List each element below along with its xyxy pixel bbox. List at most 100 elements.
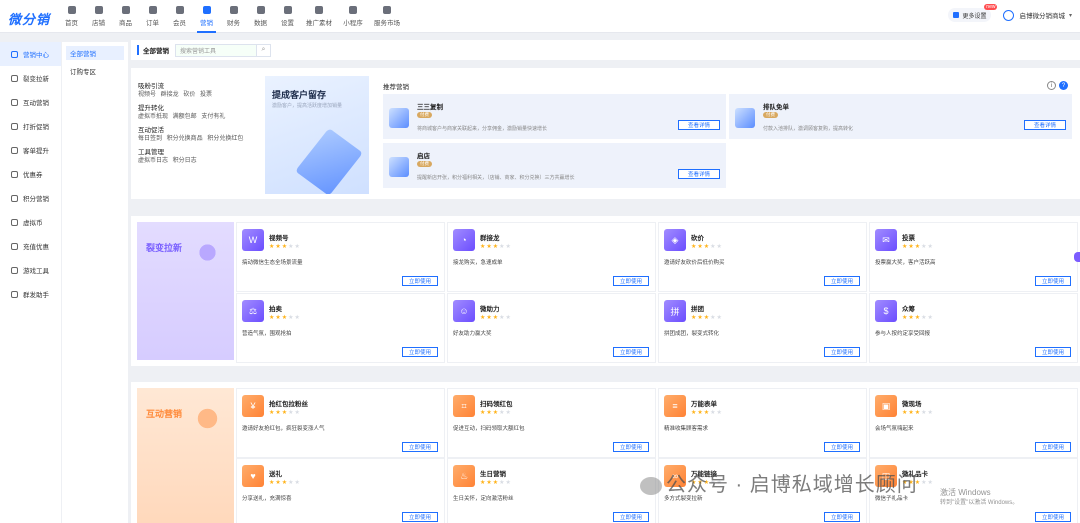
- tool-desc: 搞动微信生态全场景流量: [242, 260, 303, 266]
- tool-name: 投票: [902, 235, 915, 242]
- tool-name: 砍价: [691, 235, 704, 242]
- star-rating-icon: ★★★★★: [480, 480, 512, 486]
- use-now-button[interactable]: 立即使用: [1035, 512, 1071, 522]
- star-rating-icon: ★★★★★: [269, 315, 301, 321]
- nav-label: 营销: [200, 20, 213, 27]
- recommend-card-name: 启店: [417, 153, 430, 160]
- new-badge: new: [984, 4, 998, 10]
- nav-store[interactable]: 店铺: [85, 0, 112, 33]
- tool-card: W 视频号 ★★★★★ 搞动微信生态全场景流量 立即使用: [236, 222, 445, 292]
- use-now-button[interactable]: 立即使用: [824, 512, 860, 522]
- recommend-card: 排队免单 付费 付款入池排队，激调顾客复购，提高转化 查看详情: [729, 94, 1072, 139]
- sidebar-icon: [11, 194, 18, 202]
- use-now-button[interactable]: 立即使用: [402, 347, 438, 357]
- banner-title: 提成客户留存: [272, 90, 327, 100]
- use-now-button[interactable]: 立即使用: [402, 276, 438, 286]
- category-links[interactable]: 虚拟币日志 积分日志: [138, 157, 263, 166]
- sidebar-item-6[interactable]: 积分营销: [0, 186, 61, 210]
- rocket-icon: [953, 12, 960, 18]
- subsidebar-item-0[interactable]: 全部营销: [66, 46, 124, 60]
- sidebar-item-3[interactable]: 打折促销: [0, 114, 61, 138]
- tool-desc: 分享送礼，充满惊喜: [242, 496, 292, 502]
- order-icon: [148, 6, 157, 14]
- retention-banner[interactable]: 提成客户留存 激励客户，提高活跃度增加销量: [265, 76, 369, 194]
- fission-banner: 裂变拉新: [137, 222, 234, 360]
- nav-finance[interactable]: 财务: [220, 0, 247, 33]
- nav-share[interactable]: 推广素材: [301, 0, 337, 33]
- use-now-button[interactable]: 立即使用: [613, 276, 649, 286]
- sidebar-item-label: 游戏工具: [23, 268, 49, 275]
- nav-label: 推广素材: [306, 20, 332, 27]
- use-now-button[interactable]: 立即使用: [1035, 276, 1071, 286]
- interactive-title: 互动营销: [146, 409, 183, 419]
- tool-desc: 拼团成团，裂变式转化: [664, 331, 720, 337]
- sidebar-item-9[interactable]: 游戏工具: [0, 258, 61, 282]
- sidebar-item-4[interactable]: 客单提升: [0, 138, 61, 162]
- overview-panel: 吸粉引流 视频号 群接龙 砍价 投票 提升转化 虚拟币抵现 满额包邮 支付有礼 互动促活…: [131, 68, 1080, 199]
- service-market-icon: [383, 6, 391, 14]
- nav-label: 店铺: [92, 20, 105, 27]
- nav-settings[interactable]: 设置: [274, 0, 301, 33]
- star-rating-icon: ★★★★★: [902, 315, 934, 321]
- use-now-button[interactable]: 立即使用: [1035, 442, 1071, 452]
- category-links[interactable]: 视频号 群接龙 砍价 投票: [138, 91, 263, 100]
- sidebar-item-0[interactable]: 营销中心: [0, 42, 61, 66]
- nav-service-market[interactable]: 服务市场: [369, 0, 405, 33]
- tool-icon: W: [242, 229, 264, 251]
- use-now-button[interactable]: 立即使用: [1035, 347, 1071, 357]
- recommend-card: 三三复制 付费 将商城客户与商家关联起来，分享佣金，激励销量快速增长 查看详情: [383, 94, 726, 139]
- nav-data[interactable]: 数据: [247, 0, 274, 33]
- use-now-button[interactable]: 立即使用: [824, 347, 860, 357]
- use-now-button[interactable]: 立即使用: [613, 512, 649, 522]
- search-icon[interactable]: ⌕: [256, 44, 270, 56]
- tool-card: ⚖ 拍卖 ★★★★★ 营造气氛，围观抢拍 立即使用: [236, 293, 445, 363]
- tool-card: $ 众筹 ★★★★★ 参与人按约定享受回报 立即使用: [869, 293, 1078, 363]
- use-now-button[interactable]: 立即使用: [824, 442, 860, 452]
- tool-icon: ✉: [875, 229, 897, 251]
- more-settings-button[interactable]: 更多设置 new: [948, 4, 998, 22]
- tool-icon: ⌗: [453, 395, 475, 417]
- app-logo[interactable]: 微分销: [8, 9, 50, 28]
- nav-order[interactable]: 订单: [139, 0, 166, 33]
- nav-home[interactable]: 首页: [58, 0, 85, 33]
- tool-icon: ☺: [453, 300, 475, 322]
- floating-assistant-icon[interactable]: [1074, 252, 1080, 262]
- sidebar-item-8[interactable]: 充值优惠: [0, 234, 61, 258]
- sidebar-item-5[interactable]: 优惠券: [0, 162, 61, 186]
- sidebar-item-1[interactable]: 裂变拉新: [0, 66, 61, 90]
- star-rating-icon: ★★★★★: [480, 410, 512, 416]
- use-now-button[interactable]: 立即使用: [402, 442, 438, 452]
- nav-miniprogram[interactable]: 小程序: [337, 0, 369, 33]
- view-details-button[interactable]: 查看详情: [1024, 120, 1066, 130]
- use-now-button[interactable]: 立即使用: [613, 442, 649, 452]
- sidebar-item-label: 群发助手: [23, 292, 49, 299]
- use-now-button[interactable]: 立即使用: [613, 347, 649, 357]
- recommend-card-icon: [735, 108, 755, 128]
- sidebar-item-label: 互动营销: [23, 100, 49, 107]
- windows-activation: 激活 Windows 转到"设置"以激活 Windows。: [940, 488, 1018, 508]
- subsidebar-item-1[interactable]: 订购专区: [66, 64, 124, 78]
- shop-switcher[interactable]: 启博微分销商城 ▾: [1003, 9, 1072, 21]
- use-now-button[interactable]: 立即使用: [824, 276, 860, 286]
- sidebar-item-10[interactable]: 群发助手: [0, 282, 61, 306]
- recommend-card-name: 排队免单: [763, 104, 789, 111]
- sidebar-item-2[interactable]: 互动营销: [0, 90, 61, 114]
- nav-marketing[interactable]: 营销: [193, 0, 220, 33]
- search-input[interactable]: 搜索营销工具 ⌕: [175, 43, 271, 57]
- category-links[interactable]: 每日签到 积分兑换商品 积分兑换红包: [138, 135, 263, 144]
- tool-desc: 好友助力赢大奖: [453, 331, 492, 337]
- tool-desc: 促进互动，扫码领取大额红包: [453, 426, 525, 432]
- nav-goods[interactable]: 商品: [112, 0, 139, 33]
- question-icon[interactable]: ?: [1059, 81, 1068, 90]
- view-details-button[interactable]: 查看详情: [678, 169, 720, 179]
- sidebar-item-7[interactable]: 虚拟币: [0, 210, 61, 234]
- category-links[interactable]: 虚拟币抵现 满额包邮 支付有礼: [138, 113, 263, 122]
- view-details-button[interactable]: 查看详情: [678, 120, 720, 130]
- wechat-icon: [640, 476, 662, 495]
- sidebar-icon: [11, 266, 18, 274]
- info-icon[interactable]: i: [1047, 81, 1056, 90]
- use-now-button[interactable]: 立即使用: [402, 512, 438, 522]
- tool-desc: 接龙购买，急速成单: [453, 260, 503, 266]
- tool-name: 视频号: [269, 235, 289, 242]
- nav-member[interactable]: 会员: [166, 0, 193, 33]
